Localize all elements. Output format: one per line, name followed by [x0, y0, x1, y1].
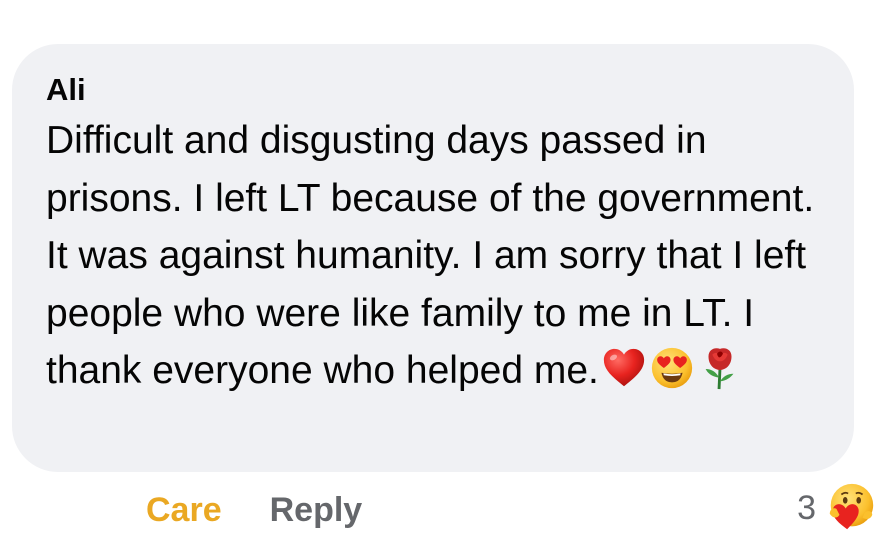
- comment-body: Difficult and disgusting days passed in …: [46, 112, 836, 400]
- reaction-count: 3: [797, 489, 816, 527]
- comment-actions: Care Reply: [146, 488, 362, 532]
- reaction-summary[interactable]: 3: [797, 480, 878, 536]
- comment-bubble: Ali Difficult and disgusting days passed…: [12, 44, 854, 472]
- comment-author[interactable]: Ali: [46, 70, 824, 110]
- rose-emoji: [697, 345, 743, 391]
- care-button[interactable]: Care: [146, 488, 222, 532]
- care-reaction-icon: [824, 481, 878, 535]
- red-heart-emoji: [601, 345, 647, 391]
- heart-eyes-emoji: [649, 345, 695, 391]
- reply-button[interactable]: Reply: [270, 488, 363, 532]
